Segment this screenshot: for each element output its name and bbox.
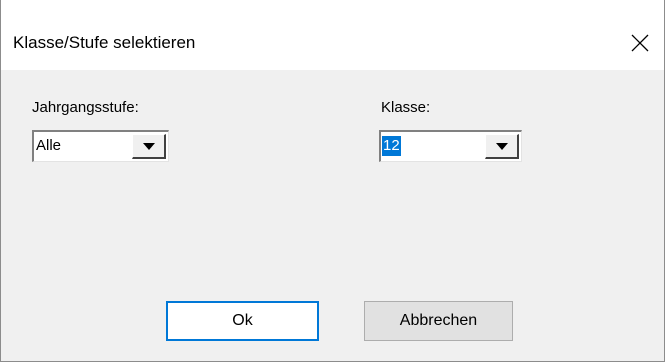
dialog-window: Klasse/Stufe selektieren Jahrgangsstufe:…	[0, 0, 665, 362]
jahrgangsstufe-dropdown-button[interactable]	[132, 134, 166, 159]
jahrgangsstufe-dropdown[interactable]: Alle	[32, 130, 169, 162]
jahrgangsstufe-label: Jahrgangsstufe:	[32, 99, 139, 116]
chevron-down-icon	[496, 143, 508, 150]
cancel-button[interactable]: Abbrechen	[364, 301, 513, 341]
klasse-dropdown[interactable]: 12	[379, 130, 522, 162]
ok-button[interactable]: Ok	[166, 301, 319, 341]
klasse-label: Klasse:	[381, 99, 431, 116]
close-button[interactable]	[616, 22, 664, 66]
title-bar: Klasse/Stufe selektieren	[1, 0, 664, 70]
klasse-dropdown-button[interactable]	[485, 134, 519, 159]
close-icon	[631, 34, 649, 52]
klasse-value: 12	[382, 136, 401, 156]
window-title: Klasse/Stufe selektieren	[13, 33, 196, 52]
chevron-down-icon	[143, 143, 155, 150]
jahrgangsstufe-value: Alle	[36, 137, 62, 154]
